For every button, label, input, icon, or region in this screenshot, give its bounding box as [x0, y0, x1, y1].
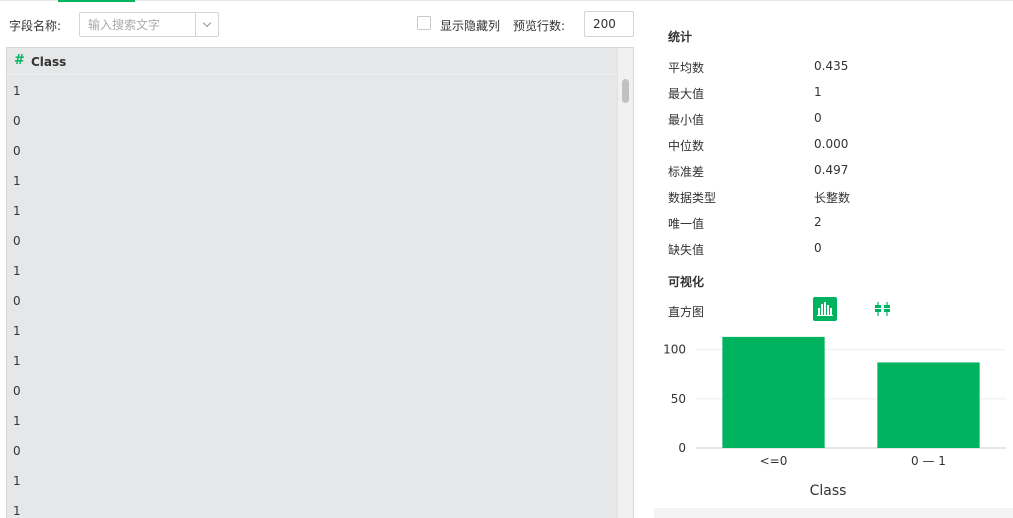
visualization-title: 可视化	[668, 275, 705, 289]
stat-value: 0	[814, 241, 822, 255]
active-tab-indicator	[58, 0, 135, 2]
table-row[interactable]: 1	[7, 316, 623, 346]
stat-name: 标准差	[668, 165, 705, 179]
visualization-toolbar: 直方图	[668, 297, 998, 323]
stat-row: 数据类型 长整数	[668, 186, 998, 206]
table-row[interactable]: 1	[7, 466, 623, 496]
table-row[interactable]: 0	[7, 106, 623, 136]
table-row[interactable]: 0	[7, 436, 623, 466]
histogram-bar	[722, 336, 825, 448]
stat-row: 最大值 1	[668, 82, 998, 102]
table-row[interactable]: 1	[7, 406, 623, 436]
y-tick-label: 50	[671, 392, 686, 406]
stat-row: 中位数 0.000	[668, 134, 998, 154]
boxplot-button[interactable]	[873, 301, 893, 317]
column-header-label: Class	[31, 55, 67, 69]
column-header[interactable]: # Class	[7, 48, 623, 75]
stat-name: 数据类型	[668, 191, 717, 205]
panel-footer	[654, 508, 1013, 518]
preview-rows-label: 预览行数:	[513, 19, 566, 33]
scrollbar-thumb[interactable]	[622, 79, 629, 103]
field-search-combobox[interactable]	[79, 12, 219, 37]
stat-value: 1	[814, 85, 822, 99]
dropdown-toggle[interactable]	[195, 13, 218, 36]
table-row[interactable]: 1	[7, 166, 623, 196]
grid-rows: 100110101101011	[7, 76, 623, 518]
histogram-button[interactable]	[813, 297, 837, 321]
table-row[interactable]: 1	[7, 346, 623, 376]
stat-value: 长整数	[814, 191, 851, 205]
stat-row: 最小值 0	[668, 108, 998, 128]
y-tick-label: 100	[663, 343, 686, 357]
x-axis-label: Class	[810, 483, 847, 499]
table-row[interactable]: 1	[7, 76, 623, 106]
stat-row: 唯一值 2	[668, 212, 998, 232]
table-row[interactable]: 0	[7, 376, 623, 406]
toolbar: 字段名称: 显示隐藏列 预览行数: 200	[0, 10, 640, 38]
x-tick-label: 0 — 1	[911, 454, 946, 468]
statistics-panel: 统计 平均数 0.435 最大值 1 最小值 0 中位数 0.000 标准差 0.497 数据类型 长…	[654, 0, 1013, 518]
stat-value: 0.000	[814, 137, 849, 151]
show-hidden-checkbox[interactable]	[417, 16, 431, 30]
y-tick-label: 0	[678, 441, 686, 455]
boxplot-icon	[875, 302, 890, 316]
stat-value: 0.435	[814, 59, 849, 73]
stat-name: 中位数	[668, 139, 705, 153]
stat-value: 0	[814, 111, 822, 125]
histogram-icon	[817, 302, 833, 316]
stat-name: 平均数	[668, 61, 705, 75]
data-preview-grid: # Class 100110101101011	[6, 47, 634, 518]
stat-row: 平均数 0.435	[668, 56, 998, 76]
vertical-scrollbar[interactable]	[617, 48, 633, 518]
chevron-down-icon	[202, 18, 212, 28]
table-row[interactable]: 0	[7, 286, 623, 316]
table-row[interactable]: 0	[7, 136, 623, 166]
stat-row: 缺失值 0	[668, 238, 998, 258]
stat-value: 2	[814, 215, 822, 229]
preview-rows-input[interactable]: 200	[584, 11, 634, 37]
stat-name: 唯一值	[668, 217, 705, 231]
numeric-type-icon: #	[14, 53, 25, 68]
stat-name: 缺失值	[668, 243, 705, 257]
field-name-label: 字段名称:	[9, 19, 62, 33]
show-hidden-label[interactable]: 显示隐藏列	[440, 17, 500, 34]
stats-title: 统计	[668, 30, 693, 44]
table-row[interactable]: 1	[7, 196, 623, 226]
stat-name: 最小值	[668, 113, 705, 127]
histogram-label: 直方图	[668, 305, 705, 319]
histogram-chart: 0 50 100 <=0 0 — 1 Class	[663, 336, 1006, 499]
stat-row: 标准差 0.497	[668, 160, 998, 180]
table-row[interactable]: 1	[7, 496, 623, 518]
search-input[interactable]	[80, 13, 196, 36]
stat-name: 最大值	[668, 87, 705, 101]
table-row[interactable]: 0	[7, 226, 623, 256]
stat-value: 0.497	[814, 163, 849, 177]
x-tick-label: <=0	[760, 454, 788, 468]
table-row[interactable]: 1	[7, 256, 623, 286]
histogram-bar	[877, 362, 980, 448]
